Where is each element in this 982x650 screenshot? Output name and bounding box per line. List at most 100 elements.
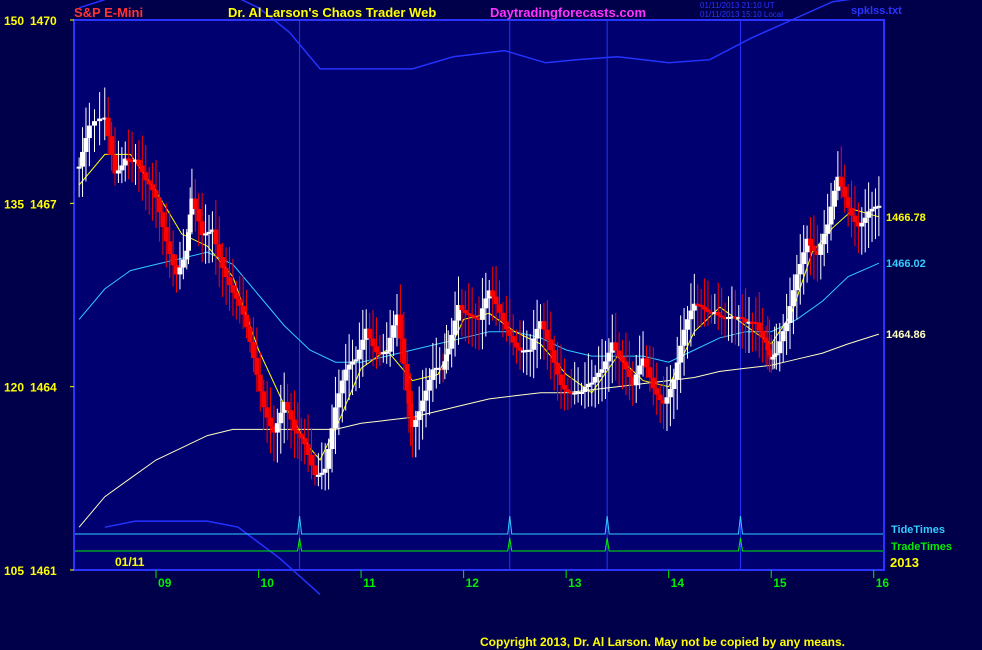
price-bar-body bbox=[558, 374, 564, 385]
price-bar-body bbox=[739, 316, 745, 319]
trade-times-label: TradeTimes bbox=[891, 541, 952, 553]
price-bar-body bbox=[787, 306, 793, 323]
price-bar-body bbox=[514, 342, 520, 348]
site-name: Daytradingforecasts.com bbox=[490, 5, 647, 20]
price-bar-body bbox=[167, 241, 173, 255]
price-bar-body bbox=[818, 244, 824, 255]
price-bar-body bbox=[109, 136, 115, 156]
price-bar-body bbox=[849, 207, 855, 216]
price-bar-body bbox=[163, 227, 169, 242]
price-bar-body bbox=[180, 259, 186, 268]
price-chart: 150 1470 135 1467 120 1464 105 1461 09 10 11 12 13 14… bbox=[4, 0, 926, 595]
price-bar-body bbox=[664, 397, 670, 404]
price-bar-body bbox=[80, 151, 86, 167]
price-bar-body bbox=[268, 417, 274, 427]
y-tick-label-right: 1467 bbox=[30, 197, 57, 211]
price-bar-body bbox=[227, 277, 233, 286]
price-bar-body bbox=[831, 190, 837, 207]
price-bar-body bbox=[821, 233, 827, 245]
price-bar-body bbox=[811, 245, 817, 251]
price-bar-body bbox=[790, 290, 796, 307]
tide-times-label: TideTimes bbox=[891, 524, 946, 536]
price-bar-body bbox=[760, 330, 766, 338]
price-bar-body bbox=[674, 362, 680, 380]
price-bar-body bbox=[353, 359, 359, 362]
price-bar-body bbox=[808, 238, 814, 246]
price-bar-body bbox=[715, 312, 721, 316]
price-bar-body bbox=[329, 428, 335, 450]
price-bar-body bbox=[866, 211, 872, 218]
price-bar-body bbox=[493, 296, 499, 305]
price-bar-body bbox=[143, 172, 149, 181]
price-bar-body bbox=[254, 357, 260, 375]
price-bar-body bbox=[430, 369, 436, 380]
price-bar-body bbox=[555, 362, 561, 375]
ema-value-label: 1464.86 bbox=[886, 329, 926, 341]
price-bar-body bbox=[565, 389, 571, 392]
data-file-name: spklss.txt bbox=[851, 5, 902, 17]
price-bar-body bbox=[97, 118, 103, 122]
price-bar-body bbox=[76, 166, 82, 169]
price-bar-body bbox=[387, 337, 393, 352]
price-bar-body bbox=[507, 329, 513, 336]
price-bar-body bbox=[838, 176, 844, 187]
price-bar-body bbox=[503, 321, 509, 330]
y-tick-label-left: 135 bbox=[4, 197, 24, 211]
y-tick-label-right: 1464 bbox=[30, 381, 57, 395]
price-bar-body bbox=[671, 379, 677, 389]
price-bar-body bbox=[278, 412, 284, 424]
price-bar-body bbox=[346, 364, 352, 370]
price-bar-body bbox=[702, 307, 708, 310]
price-bar-body bbox=[92, 121, 98, 126]
price-bar-body bbox=[756, 322, 762, 331]
price-bar-body bbox=[397, 314, 403, 339]
price-bar-body bbox=[541, 321, 547, 330]
price-bar-body bbox=[302, 438, 308, 445]
price-bar-body bbox=[678, 345, 684, 363]
price-bar-body bbox=[240, 305, 246, 315]
x-tick-label: 14 bbox=[671, 576, 685, 590]
price-bar-body bbox=[367, 328, 373, 339]
price-bar-body bbox=[373, 346, 379, 353]
price-bar-body bbox=[305, 444, 311, 455]
price-bar-body bbox=[633, 374, 639, 386]
price-bar-body bbox=[449, 334, 455, 349]
price-bar-body bbox=[119, 165, 125, 171]
price-bar-body bbox=[626, 369, 632, 378]
price-bar-body bbox=[479, 308, 485, 320]
ema-value-label: 1466.78 bbox=[886, 212, 926, 224]
date-label: 01/11 bbox=[115, 555, 145, 569]
price-bar-body bbox=[780, 331, 786, 342]
y-tick-label-right: 1461 bbox=[30, 564, 57, 578]
x-tick-label: 13 bbox=[568, 576, 582, 590]
price-bar-body bbox=[160, 212, 166, 228]
price-bar-body bbox=[602, 361, 608, 370]
price-bar-body bbox=[620, 356, 626, 362]
x-tick-label: 15 bbox=[773, 576, 787, 590]
price-bar-body bbox=[105, 117, 111, 137]
price-bar-body bbox=[274, 423, 280, 433]
price-bar-body bbox=[616, 350, 622, 357]
price-bar-body bbox=[784, 322, 790, 332]
price-bar-body bbox=[261, 391, 267, 408]
price-bar-body bbox=[705, 309, 711, 312]
price-bar-body bbox=[551, 350, 557, 363]
y-tick-label-left: 120 bbox=[4, 381, 24, 395]
price-bar-body bbox=[177, 267, 183, 275]
price-bar-body bbox=[797, 264, 803, 275]
price-bar-body bbox=[510, 335, 516, 343]
price-bar-body bbox=[343, 369, 349, 381]
price-bar-body bbox=[426, 379, 432, 391]
price-bar-body bbox=[196, 208, 202, 222]
x-tick-label: 11 bbox=[363, 576, 376, 590]
price-bar-body bbox=[285, 402, 291, 411]
price-bar-body bbox=[250, 341, 256, 358]
price-bar-body bbox=[319, 472, 325, 475]
price-bar-body bbox=[150, 184, 156, 191]
price-bar-body bbox=[469, 314, 475, 317]
price-bar-body bbox=[592, 377, 598, 383]
price-bar-body bbox=[288, 410, 294, 420]
price-bar-body bbox=[794, 274, 800, 291]
price-bar-body bbox=[213, 229, 219, 245]
price-bar-body bbox=[391, 325, 397, 338]
